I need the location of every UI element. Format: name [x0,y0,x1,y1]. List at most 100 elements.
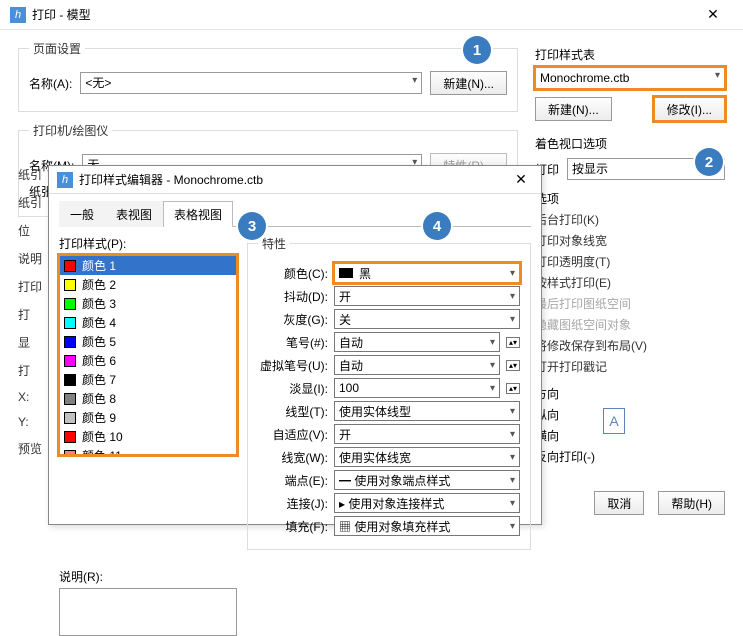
editor-tab[interactable]: 表视图 [105,201,163,227]
property-value: 使用实体线型 [339,403,411,420]
color-swatch [64,431,76,443]
style-row[interactable]: 颜色 1 [60,256,236,275]
property-row: 线宽(W): 使用实体线宽 [258,447,520,467]
styletable-new-button[interactable]: 新建(N)... [535,97,612,121]
property-value: ▸ 使用对象连接样式 [339,495,444,512]
orientation-icon: A [603,408,625,434]
color-swatch [64,355,76,367]
property-row: 灰度(G): 关 [258,309,520,329]
property-select[interactable]: ▸ 使用对象连接样式 [334,493,520,513]
badge-3: 3 [238,212,266,240]
color-swatch [64,260,76,272]
option-item[interactable]: 后台打印(K) [535,211,725,228]
property-label: 灰度(G): [258,311,328,328]
style-row[interactable]: 颜色 5 [60,332,236,351]
color-swatch [64,298,76,310]
description-box[interactable] [59,588,237,636]
property-label: 抖动(D): [258,288,328,305]
property-label: 线宽(W): [258,449,328,466]
style-row[interactable]: 颜色 6 [60,351,236,370]
orientation-landscape[interactable]: 横向 [535,427,595,444]
option-item[interactable]: 打印透明度(T) [535,253,725,270]
property-select[interactable]: ▦ 使用对象填充样式 [334,516,520,536]
property-select[interactable]: 自动 [334,332,500,352]
styletable-legend: 打印样式表 [535,46,725,63]
style-row[interactable]: 颜色 2 [60,275,236,294]
style-name: 颜色 1 [82,257,116,274]
left-fragment: 位 [18,222,46,239]
orientation-reverse[interactable]: 反向打印(-) [535,448,595,465]
printer-legend: 打印机/绘图仪 [29,122,112,139]
property-select[interactable]: 自动 [334,355,500,375]
property-row: 线型(T): 使用实体线型 [258,401,520,421]
property-select[interactable]: 使用实体线型 [334,401,520,421]
editor-app-icon: h [57,172,73,188]
color-swatch [64,412,76,424]
orientation-portrait[interactable]: 纵向 [535,406,595,423]
option-item[interactable]: 将修改保存到布局(V) [535,337,725,354]
property-select[interactable]: 100 [334,378,500,398]
property-row: 端点(E):━ 使用对象端点样式 [258,470,520,490]
viewport-legend: 着色视口选项 [535,135,725,152]
property-value: 开 [339,288,351,305]
app-icon: h [10,7,26,23]
window-title: 打印 - 模型 [32,6,693,23]
color-chip-icon [339,268,353,278]
style-row[interactable]: 颜色 4 [60,313,236,332]
style-row[interactable]: 颜色 7 [60,370,236,389]
property-label: 笔号(#): [258,334,328,351]
option-item[interactable]: 打印对象线宽 [535,232,725,249]
badge-4: 4 [423,212,451,240]
option-item[interactable]: 按样式打印(E) [535,274,725,291]
properties-legend: 特性 [258,235,290,252]
cancel-button[interactable]: 取消 [594,491,644,515]
property-value: ▦ 使用对象填充样式 [339,518,450,535]
property-label: 虚拟笔号(U): [258,357,328,374]
pagesetup-new-button[interactable]: 新建(N)... [430,71,507,95]
option-item[interactable]: 最后打印图纸空间 [535,295,725,312]
option-item[interactable]: 隐藏图纸空间对象 [535,316,725,333]
option-item[interactable]: 打开打印戳记 [535,358,725,375]
options-legend: 选项 [535,190,725,207]
property-value: 自动 [339,357,363,374]
property-select[interactable]: 开 [334,424,520,444]
property-select[interactable]: 黑 [334,263,520,283]
styles-listbox[interactable]: 颜色 1颜色 2颜色 3颜色 4颜色 5颜色 6颜色 7颜色 8颜色 9颜色 1… [59,255,237,455]
property-select[interactable]: ━ 使用对象端点样式 [334,470,520,490]
spinner-icon[interactable]: ▴▾ [506,383,520,394]
styles-label: 打印样式(P): [59,235,237,252]
styletable-modify-button[interactable]: 修改(I)... [654,97,725,121]
styletable-select[interactable]: Monochrome.ctb [535,67,725,89]
editor-tabs: 一般表视图表格视图 [59,200,531,227]
left-fragment: Y: [18,415,46,429]
style-row[interactable]: 颜色 3 [60,294,236,313]
editor-tab[interactable]: 表格视图 [163,201,233,227]
property-row: 连接(J):▸ 使用对象连接样式 [258,493,520,513]
property-label: 线型(T): [258,403,328,420]
property-select[interactable]: 关 [334,309,520,329]
color-swatch [64,317,76,329]
property-label: 淡显(I): [258,380,328,397]
property-label: 填充(F): [258,518,328,535]
spinner-icon[interactable]: ▴▾ [506,360,520,371]
spinner-icon[interactable]: ▴▾ [506,337,520,348]
property-value: ━ 使用对象端点样式 [339,472,450,489]
style-name: 颜色 10 [82,428,123,445]
window-titlebar: h 打印 - 模型 ✕ [0,0,743,30]
close-icon[interactable]: ✕ [693,6,733,23]
property-label: 自适应(V): [258,426,328,443]
editor-close-icon[interactable]: ✕ [509,171,533,188]
color-swatch [64,393,76,405]
style-name: 颜色 6 [82,352,116,369]
style-row[interactable]: 颜色 11 [60,446,236,455]
style-row[interactable]: 颜色 9 [60,408,236,427]
style-row[interactable]: 颜色 10 [60,427,236,446]
property-select[interactable]: 使用实体线宽 [334,447,520,467]
editor-tab[interactable]: 一般 [59,201,105,227]
style-name: 颜色 2 [82,276,116,293]
pagename-select[interactable]: <无> [80,72,422,94]
style-row[interactable]: 颜色 8 [60,389,236,408]
property-select[interactable]: 开 [334,286,520,306]
editor-title: 打印样式编辑器 - Monochrome.ctb [79,171,509,188]
help-button[interactable]: 帮助(H) [658,491,725,515]
